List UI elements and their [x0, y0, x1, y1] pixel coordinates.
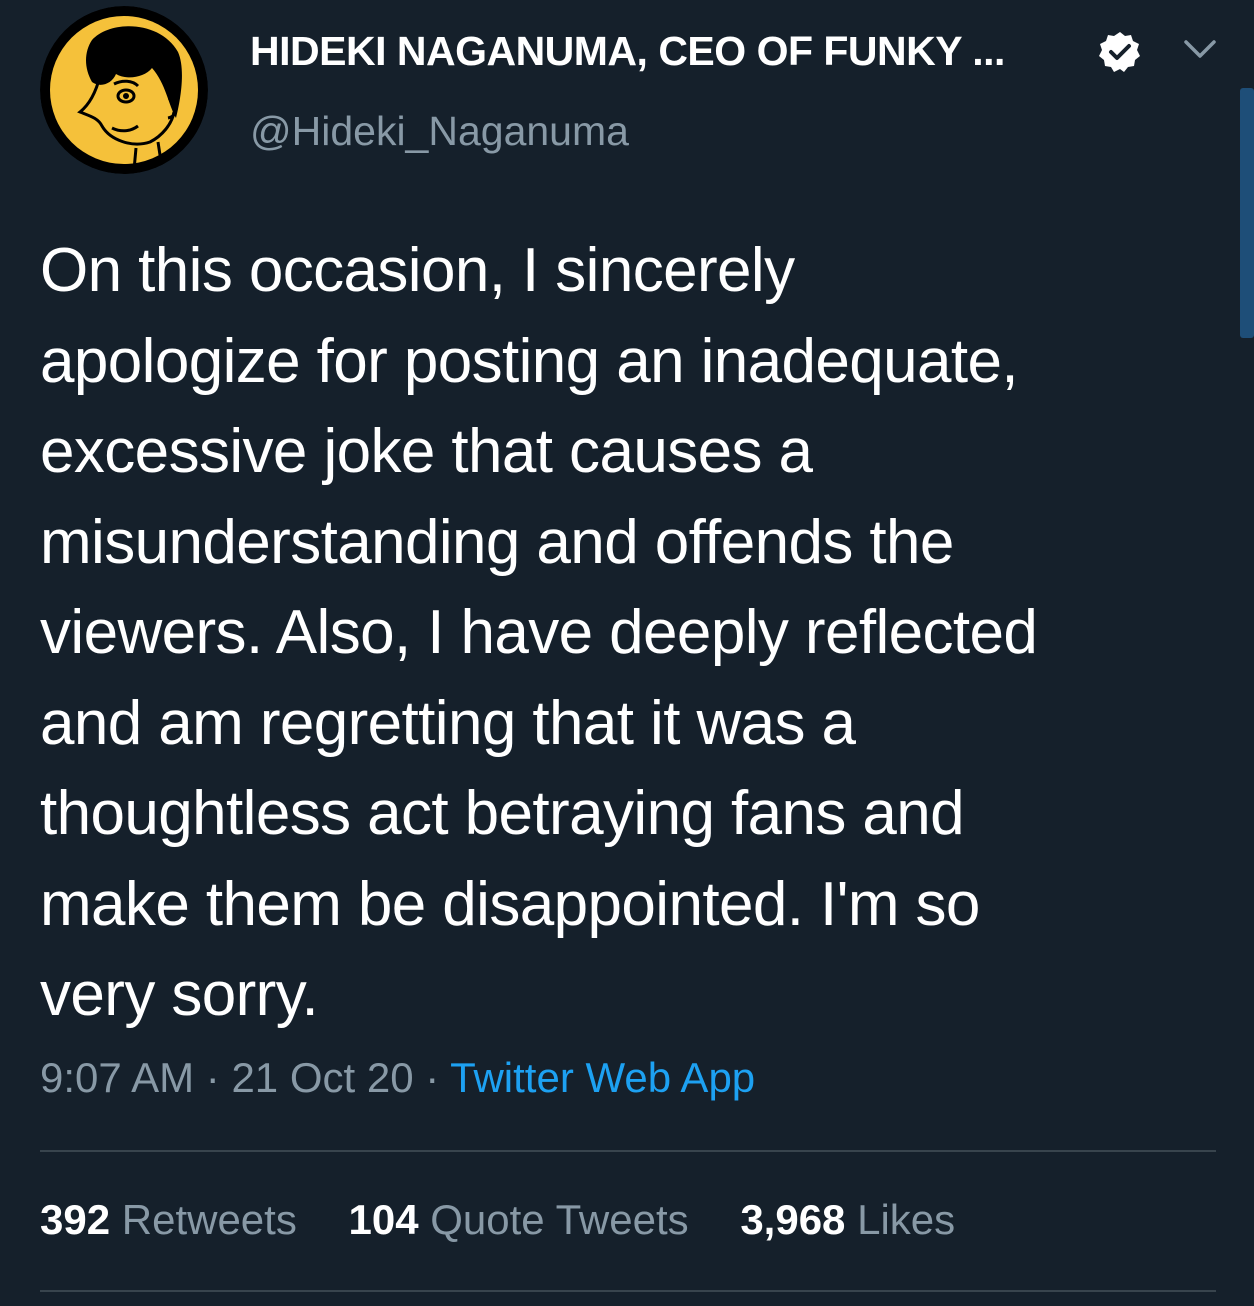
verified-badge-icon	[1099, 32, 1140, 72]
quote-tweets-label: Quote Tweets	[430, 1196, 689, 1243]
author-handle[interactable]: @Hideki_Naganuma	[250, 108, 629, 155]
retweets-stat[interactable]: 392 Retweets	[40, 1196, 297, 1244]
quote-tweets-count: 104	[348, 1196, 419, 1243]
author-display-name[interactable]: HIDEKI NAGANUMA, CEO OF FUNKY ...	[250, 28, 1005, 75]
quote-tweets-stat[interactable]: 104 Quote Tweets	[349, 1196, 689, 1244]
retweets-count: 392	[40, 1196, 111, 1243]
meta-separator: ·	[194, 1054, 232, 1101]
cartoon-avatar-icon	[40, 6, 208, 174]
tweet-text: On this occasion, I sincerely apologize …	[40, 236, 1038, 1029]
divider	[40, 1290, 1216, 1292]
chevron-down-icon[interactable]	[1180, 34, 1220, 66]
tweet-source-link[interactable]: Twitter Web App	[450, 1054, 755, 1101]
tweet-time[interactable]: 9:07 AM	[40, 1054, 194, 1101]
tweet-meta: 9:07 AM · 21 Oct 20 · Twitter Web App	[40, 1054, 755, 1102]
likes-count: 3,968	[740, 1196, 846, 1243]
divider	[40, 1150, 1216, 1152]
tweet-date[interactable]: 21 Oct 20	[231, 1054, 413, 1101]
scrollbar[interactable]	[1240, 88, 1254, 338]
tweet-detail: HIDEKI NAGANUMA, CEO OF FUNKY ... @Hidek…	[0, 0, 1254, 1306]
likes-stat[interactable]: 3,968 Likes	[740, 1196, 955, 1244]
tweet-stats: 392 Retweets 104 Quote Tweets 3,968 Like…	[40, 1196, 995, 1244]
meta-separator: ·	[413, 1054, 451, 1101]
avatar[interactable]	[40, 6, 208, 174]
retweets-label: Retweets	[121, 1196, 297, 1243]
likes-label: Likes	[857, 1196, 956, 1243]
